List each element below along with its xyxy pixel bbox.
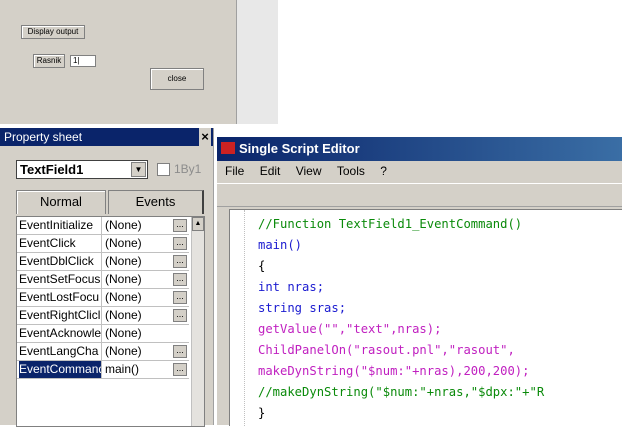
table-row[interactable]: EventClick (None)... — [17, 235, 189, 253]
one-by-one-checkbox[interactable] — [157, 163, 170, 176]
table-row[interactable]: EventAcknowle (None) — [17, 325, 189, 343]
browse-button[interactable]: ... — [173, 219, 187, 232]
tab-events[interactable]: Events — [108, 190, 204, 214]
menu-bar: File Edit View Tools ? — [217, 161, 622, 181]
code-line: int nras; — [258, 280, 325, 294]
rasnik-label: Rasnik — [33, 54, 65, 68]
display-output-button[interactable]: Display output — [21, 25, 85, 39]
tab-normal[interactable]: Normal — [16, 190, 106, 214]
table-row[interactable]: EventLostFocu (None)... — [17, 289, 189, 307]
event-value: (None) — [105, 326, 142, 340]
close-button[interactable]: close — [150, 68, 204, 90]
property-sheet-title: Property sheet — [0, 128, 213, 146]
browse-button[interactable]: ... — [173, 255, 187, 268]
event-name: EventRightClicl — [19, 307, 102, 324]
rasnik-input[interactable]: 1| — [70, 55, 96, 67]
event-value: (None) — [105, 272, 142, 286]
property-sheet: Property sheet × TextField1 ▼ 1By1 Norma… — [0, 128, 214, 427]
event-name: EventSetFocus — [19, 271, 102, 288]
event-name: EventLangCha — [19, 343, 102, 360]
editor-title: Single Script Editor — [239, 141, 360, 156]
code-area[interactable]: //Function TextField1_EventCommand()main… — [229, 209, 622, 426]
event-name: EventAcknowle — [19, 325, 102, 342]
browse-button[interactable]: ... — [173, 237, 187, 250]
event-grid: EventInitialize (None)... EventClick (None… — [16, 216, 205, 427]
table-row[interactable]: EventLangCha (None)... — [17, 343, 189, 361]
event-value: (None) — [105, 254, 142, 268]
close-icon[interactable]: × — [199, 128, 211, 146]
table-row[interactable]: EventSetFocus (None)... — [17, 271, 189, 289]
code-gutter — [230, 210, 245, 426]
browse-button[interactable]: ... — [173, 363, 187, 376]
panel-preview: Display output Rasnik 1| close — [0, 0, 278, 124]
script-editor-window: Single Script Editor File Edit View Tool… — [217, 137, 622, 426]
event-value: (None) — [105, 308, 142, 322]
scroll-up-icon[interactable]: ▲ — [192, 217, 204, 231]
browse-button[interactable]: ... — [173, 291, 187, 304]
menu-tools[interactable]: Tools — [337, 164, 365, 178]
code-line: //Function TextField1_EventCommand() — [258, 217, 523, 231]
menu-help[interactable]: ? — [380, 164, 387, 178]
editor-titlebar: Single Script Editor — [217, 137, 622, 161]
app-icon — [221, 142, 235, 154]
code-line: string sras; — [258, 301, 347, 315]
code-line: getValue("","text",nras); — [258, 322, 442, 336]
code-line: main() — [258, 238, 303, 252]
menu-file[interactable]: File — [225, 164, 244, 178]
browse-button[interactable]: ... — [173, 309, 187, 322]
event-name: EventClick — [19, 235, 102, 252]
event-value: (None) — [105, 218, 142, 232]
code-line: } — [258, 406, 266, 420]
code-line: ChildPanelOn("rasout.pnl","rasout", — [258, 343, 515, 357]
code-line: { — [258, 259, 266, 273]
code-line: makeDynString("$num:"+nras),200,200); — [258, 364, 530, 378]
object-select[interactable]: TextField1 — [16, 160, 148, 179]
event-name: EventDblClick — [19, 253, 102, 270]
code-line: //Function TextField1_EventCommand() — [258, 424, 522, 426]
table-row[interactable]: EventRightClicl (None)... — [17, 307, 189, 325]
menu-view[interactable]: View — [296, 164, 322, 178]
one-by-one-label: 1By1 — [174, 162, 202, 176]
menu-edit[interactable]: Edit — [260, 164, 281, 178]
event-value: (None) — [105, 344, 142, 358]
vertical-scrollbar[interactable]: ▲ — [191, 217, 204, 426]
event-value: (None) — [105, 290, 142, 304]
toolbar — [217, 183, 622, 207]
table-row[interactable]: EventInitialize (None)... — [17, 217, 189, 235]
browse-button[interactable]: ... — [173, 345, 187, 358]
chevron-down-icon[interactable]: ▼ — [131, 162, 146, 177]
code-line: //makeDynString("$num:"+nras,"$dpx:"+"R — [258, 385, 545, 399]
event-name: EventInitialize — [19, 217, 102, 234]
event-value: main() — [105, 362, 140, 376]
event-value: (None) — [105, 236, 142, 250]
event-name: EventLostFocu — [19, 289, 102, 306]
table-row[interactable]: EventDblClick (None)... — [17, 253, 189, 271]
event-name: EventCommand — [19, 361, 102, 378]
preview-side-strip — [236, 0, 278, 124]
browse-button[interactable]: ... — [173, 273, 187, 286]
table-row[interactable]: EventCommand main()... — [17, 361, 189, 379]
